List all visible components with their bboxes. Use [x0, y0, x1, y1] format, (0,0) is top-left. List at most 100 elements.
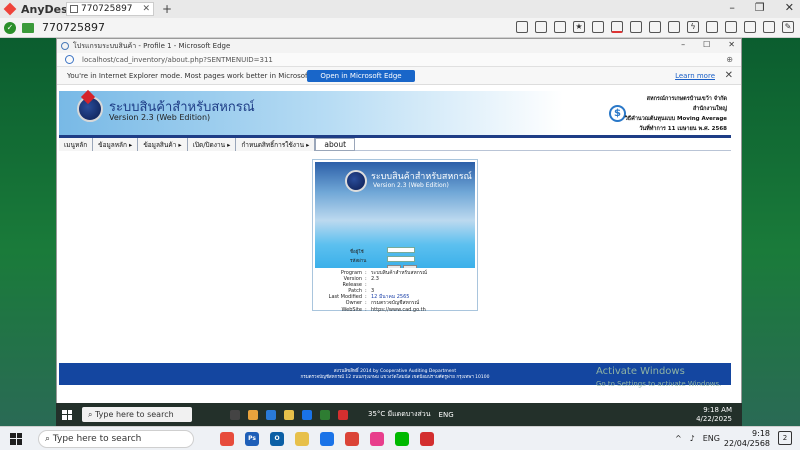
ie-mode-icon[interactable] — [65, 55, 74, 64]
chevron-up-icon[interactable]: ^ — [675, 434, 682, 443]
anydesk-session-tab[interactable]: 770725897 ✕ — [66, 2, 154, 16]
page-icon — [61, 42, 69, 50]
anydesk-toolbar: ★ ϟ ✎ — [516, 21, 794, 33]
remote-language[interactable]: ENG — [439, 411, 454, 419]
task-view-icon[interactable] — [230, 409, 240, 420]
database-icon[interactable] — [554, 21, 566, 33]
search-box[interactable]: ⌕ Type here to search — [38, 429, 194, 448]
disconnect-icon[interactable] — [763, 21, 775, 33]
login-button[interactable] — [387, 265, 401, 268]
menu-about[interactable]: about — [315, 138, 356, 151]
edge-icon[interactable] — [320, 431, 334, 446]
chrome-icon[interactable] — [345, 431, 359, 446]
learn-more-link[interactable]: Learn more — [675, 72, 715, 80]
folder-icon[interactable] — [295, 431, 309, 446]
app-banner: ระบบสินค้าสำหรับสหกรณ์ Version 2.3 (Web … — [59, 89, 731, 135]
connected-check-icon: ✓ — [4, 21, 16, 34]
keyboard-icon[interactable] — [706, 21, 718, 33]
clock-date: 22/04/2568 — [723, 439, 770, 448]
login-version: Version 2.3 (Web Edition) — [373, 182, 449, 189]
edge-address-bar: i localhost/cad_inventory/about.php?SENT… — [57, 53, 741, 171]
display-icon[interactable] — [611, 21, 623, 33]
maximize-button[interactable]: ❐ — [755, 1, 765, 14]
close-tab-icon[interactable]: ✕ — [142, 4, 150, 14]
app-icon[interactable] — [338, 409, 348, 420]
program-info: Program: ระบบสินค้าสำหรับสหกรณ์ Version:2… — [315, 270, 475, 313]
remote-pinned-apps — [230, 409, 348, 420]
remote-taskbar: ⌕ Type here to search 35°C มีแดดบางส่วน … — [56, 403, 742, 426]
remote-desktop[interactable]: โปรแกรมระบบสินค้า - Profile 1 - Microsof… — [0, 38, 800, 426]
open-in-edge-button[interactable]: Open in Microsoft Edge — [307, 70, 415, 82]
folder-icon[interactable] — [284, 409, 294, 420]
draw-icon[interactable]: ✎ — [782, 21, 794, 33]
address-id[interactable]: 770725897 — [42, 21, 105, 34]
app-version: Version 2.3 (Web Edition) — [109, 113, 211, 122]
app-icon[interactable] — [302, 409, 312, 420]
notification-icon[interactable]: 2 — [778, 431, 792, 445]
info-row: WebSite: https://www.cad.go.th — [341, 306, 426, 313]
work-date: วันที่ทำการ 11 เมษายน พ.ศ. 2568 — [639, 126, 727, 132]
menu-home[interactable]: เมนูหลัก — [59, 138, 94, 151]
minimize-button[interactable]: – — [729, 1, 735, 14]
speaker-icon[interactable]: ♪ — [690, 434, 695, 443]
close-button[interactable]: ✕ — [785, 1, 794, 14]
list-icon[interactable] — [668, 21, 680, 33]
anydesk-icon[interactable] — [420, 431, 434, 446]
app-icon[interactable] — [248, 409, 258, 420]
session-tab-label: 770725897 — [81, 4, 133, 14]
url-field[interactable]: localhost/cad_inventory/about.php?SENTME… — [82, 56, 273, 64]
zoom-icon[interactable]: ⊕ — [726, 55, 733, 64]
photoshop-icon[interactable]: Ps — [245, 431, 259, 446]
login-title: ระบบสินค้าสำหรับสหกรณ์ — [371, 172, 472, 182]
username-field[interactable] — [387, 247, 415, 253]
edge-window: โปรแกรมระบบสินค้า - Profile 1 - Microsof… — [56, 38, 742, 403]
weather-widget[interactable]: 35°C มีแดดบางส่วน — [368, 409, 431, 420]
web-page: ระบบสินค้าสำหรับสหกรณ์ Version 2.3 (Web … — [57, 87, 741, 403]
language-indicator[interactable]: ENG — [703, 434, 720, 443]
edge-window-controls: – ☐ ✕ — [681, 40, 735, 49]
clock-time: 9:18 — [752, 429, 770, 438]
actions-icon[interactable] — [725, 21, 737, 33]
edge-icon[interactable] — [266, 409, 276, 420]
outlook-icon[interactable]: O — [270, 431, 284, 446]
menu-permissions[interactable]: กำหนดสิทธิ์การใช้งาน ▸ — [236, 138, 316, 151]
menu-product-data[interactable]: ข้อมูลสินค้า ▸ — [138, 138, 188, 151]
remote-monitor-icon — [22, 22, 34, 33]
hourglass-icon[interactable] — [535, 21, 547, 33]
star-icon[interactable]: ★ — [573, 21, 585, 33]
main-menu: เมนูหลัก ข้อมูลหลัก ▸ ข้อมูลสินค้า ▸ เปิ… — [59, 135, 731, 151]
reset-button[interactable] — [403, 265, 417, 268]
menu-master-data[interactable]: ข้อมูลหลัก ▸ — [93, 138, 139, 151]
record-icon[interactable] — [744, 21, 756, 33]
coop-info: สหกรณ์การเกษตรบ้านเขว้า จำกัด สำนักงานให… — [625, 94, 727, 134]
excel-icon[interactable] — [320, 409, 330, 420]
start-icon[interactable] — [10, 432, 22, 445]
app-icon[interactable] — [220, 431, 234, 446]
chat-icon[interactable] — [516, 21, 528, 33]
clock[interactable]: 9:18 22/04/2568 — [724, 429, 770, 449]
lightning-icon[interactable]: ϟ — [687, 21, 699, 33]
edge-title-bar: โปรแกรมระบบสินค้า - Profile 1 - Microsof… — [57, 39, 741, 53]
line-icon[interactable] — [395, 431, 409, 446]
search-text: Type here to search — [52, 433, 142, 444]
remote-start-icon[interactable] — [62, 409, 72, 420]
remote-search-box[interactable]: ⌕ Type here to search — [82, 407, 192, 422]
remote-clock[interactable]: 9:18 AM 4/22/2025 — [696, 406, 732, 424]
system-tray: ^ ♪ ENG — [675, 434, 720, 443]
edge-close-button[interactable]: ✕ — [728, 40, 735, 49]
file-icon[interactable] — [592, 21, 604, 33]
anydesk-logo-icon — [3, 2, 17, 16]
password-field[interactable] — [387, 256, 415, 262]
message-icon[interactable] — [649, 21, 661, 33]
coop-name: สหกรณ์การเกษตรบ้านเขว้า จำกัด — [646, 96, 727, 102]
close-notice-icon[interactable]: ✕ — [725, 70, 733, 81]
edge-maximize-button[interactable]: ☐ — [703, 40, 710, 49]
monitor-settings-icon[interactable] — [630, 21, 642, 33]
new-tab-button[interactable]: + — [162, 2, 172, 16]
coop-logo-icon: $ — [609, 105, 626, 122]
edge-minimize-button[interactable]: – — [681, 40, 685, 49]
anydesk-address-bar: ✓ 770725897 ★ ϟ ✎ — [0, 18, 800, 38]
app-icon[interactable] — [370, 431, 384, 446]
login-banner-image: ระบบสินค้าสำหรับสหกรณ์ Version 2.3 (Web … — [315, 162, 475, 268]
menu-open-close[interactable]: เปิด/ปิดงาน ▸ — [187, 138, 237, 151]
